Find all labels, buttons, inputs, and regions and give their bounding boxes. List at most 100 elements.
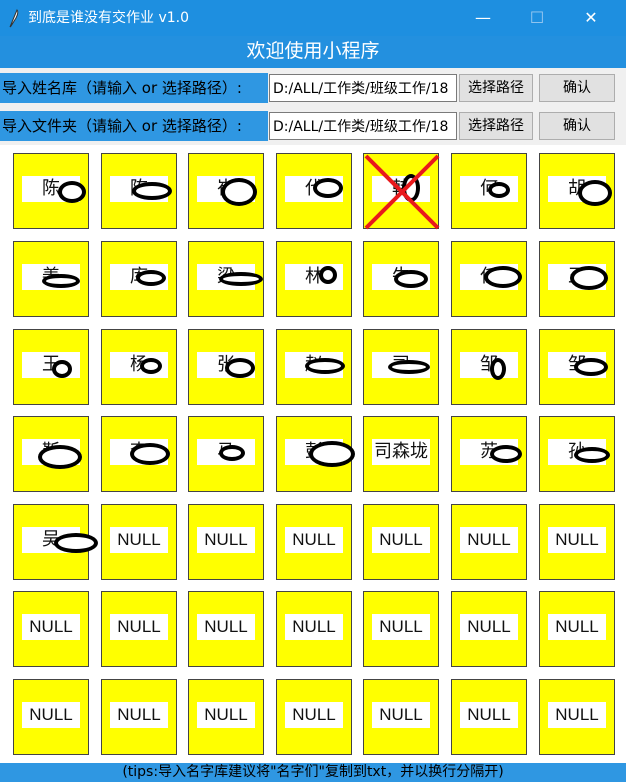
student-cell[interactable]: 邹	[451, 329, 527, 405]
student-name-label: NULL	[22, 702, 80, 728]
student-cell[interactable]: 马	[188, 416, 264, 492]
redaction-mark	[225, 358, 255, 378]
student-cell[interactable]: 彭	[276, 416, 355, 492]
redaction-mark	[490, 358, 506, 380]
student-cell[interactable]: 王	[13, 329, 89, 405]
folder-path-input[interactable]	[269, 112, 457, 140]
maximize-button[interactable]: ☐	[514, 0, 560, 36]
redaction-mark	[402, 174, 420, 202]
redaction-mark	[574, 447, 610, 463]
redaction-mark	[490, 445, 522, 463]
redaction-mark	[388, 360, 430, 374]
redaction-mark	[488, 182, 510, 198]
name-library-browse-button[interactable]: 选择路径	[459, 74, 533, 102]
redaction-mark	[58, 181, 86, 203]
student-cell[interactable]: 陈	[13, 153, 89, 229]
student-cell[interactable]: NULL	[539, 591, 615, 667]
redaction-mark	[221, 178, 257, 206]
student-name-label: NULL	[110, 527, 168, 553]
student-cell[interactable]: NULL	[451, 504, 527, 580]
student-cell[interactable]: 陈	[101, 153, 177, 229]
student-name-label: NULL	[548, 614, 606, 640]
student-cell[interactable]: NULL	[101, 504, 177, 580]
student-cell[interactable]: 任	[451, 241, 527, 317]
student-cell[interactable]: 李	[101, 416, 177, 492]
redaction-mark	[140, 358, 162, 374]
student-cell[interactable]: 苏	[451, 416, 527, 492]
folder-label: 导入文件夹（请输入 or 选择路径）:	[0, 111, 268, 141]
student-cell[interactable]: NULL	[363, 591, 439, 667]
student-cell[interactable]: 吴	[13, 504, 98, 580]
student-cell[interactable]: 杨	[101, 329, 177, 405]
redaction-mark	[219, 445, 245, 461]
student-name-label: 韩	[372, 176, 430, 202]
student-name-label: NULL	[285, 527, 343, 553]
student-cell[interactable]: NULL	[539, 679, 615, 755]
window-title: 到底是谁没有交作业 v1.0	[28, 10, 189, 26]
name-library-confirm-button[interactable]: 确认	[539, 74, 615, 102]
student-name-label: NULL	[110, 614, 168, 640]
student-cell[interactable]: 张	[188, 329, 264, 405]
student-cell[interactable]: NULL	[276, 591, 352, 667]
student-cell[interactable]: NULL	[451, 591, 527, 667]
student-name-label: 邹	[460, 352, 518, 378]
student-cell[interactable]: 司森垅	[363, 416, 439, 492]
student-cell[interactable]: NULL	[188, 504, 264, 580]
student-name-label: NULL	[460, 527, 518, 553]
student-cell[interactable]: 孙	[539, 416, 615, 492]
student-cell[interactable]: 邹	[539, 329, 615, 405]
redaction-mark	[484, 266, 522, 288]
student-cell[interactable]: NULL	[188, 591, 264, 667]
student-name-label: 司森垅	[372, 439, 430, 465]
student-cell[interactable]: NULL	[188, 679, 264, 755]
student-cell[interactable]: NULL	[276, 679, 352, 755]
student-cell[interactable]: NULL	[101, 591, 177, 667]
tips-status-bar: (tips:导入名字库建议将"名字们"复制到txt，并以换行分隔开)	[0, 763, 626, 782]
student-cell[interactable]: NULL	[363, 504, 439, 580]
redaction-mark	[319, 266, 337, 284]
student-cell[interactable]: 王	[539, 241, 615, 317]
student-cell[interactable]: 林	[276, 241, 352, 317]
minimize-button[interactable]: —	[460, 0, 506, 36]
redaction-mark	[38, 445, 82, 469]
title-bar: 到底是谁没有交作业 v1.0 — ☐ ✕	[0, 0, 626, 36]
student-cell[interactable]: 靳	[13, 416, 89, 492]
student-cell[interactable]: NULL	[13, 679, 89, 755]
student-cell[interactable]: NULL	[363, 679, 439, 755]
close-button[interactable]: ✕	[568, 0, 614, 36]
redaction-mark	[570, 266, 608, 290]
student-name-label: NULL	[372, 702, 430, 728]
name-library-path-input[interactable]	[269, 74, 457, 102]
student-cell[interactable]: NULL	[13, 591, 89, 667]
student-cell[interactable]: 崔	[188, 153, 264, 229]
redaction-mark	[130, 443, 170, 465]
student-cell[interactable]: 代	[276, 153, 352, 229]
student-grid: 陈陈崔代韩何胡姜库梁林牛任王王杨张赵司邹邹靳李马彭司森垅苏孙吴NULLNULLN…	[0, 145, 626, 763]
student-cell[interactable]: 韩	[363, 153, 440, 230]
student-name-label: NULL	[372, 527, 430, 553]
student-name-label: NULL	[285, 702, 343, 728]
student-name-label: NULL	[548, 527, 606, 553]
student-name-label: NULL	[110, 702, 168, 728]
student-cell[interactable]: NULL	[451, 679, 527, 755]
student-cell[interactable]: 赵	[276, 329, 352, 405]
redaction-mark	[313, 178, 343, 198]
student-cell[interactable]: 梁	[188, 241, 264, 317]
student-name-label: NULL	[197, 614, 255, 640]
student-cell[interactable]: NULL	[101, 679, 177, 755]
feather-icon	[9, 9, 19, 28]
redaction-mark	[574, 358, 608, 376]
student-cell[interactable]: 库	[101, 241, 177, 317]
student-cell[interactable]: 姜	[13, 241, 89, 317]
redaction-mark	[136, 270, 166, 286]
redaction-mark	[578, 180, 612, 206]
student-cell[interactable]: 胡	[539, 153, 615, 229]
folder-confirm-button[interactable]: 确认	[539, 112, 615, 140]
student-cell[interactable]: 何	[451, 153, 527, 229]
folder-browse-button[interactable]: 选择路径	[459, 112, 533, 140]
student-cell[interactable]: 司	[363, 329, 439, 405]
student-cell[interactable]: NULL	[539, 504, 615, 580]
student-cell[interactable]: NULL	[276, 504, 352, 580]
student-name-label: NULL	[460, 702, 518, 728]
student-cell[interactable]: 牛	[363, 241, 439, 317]
